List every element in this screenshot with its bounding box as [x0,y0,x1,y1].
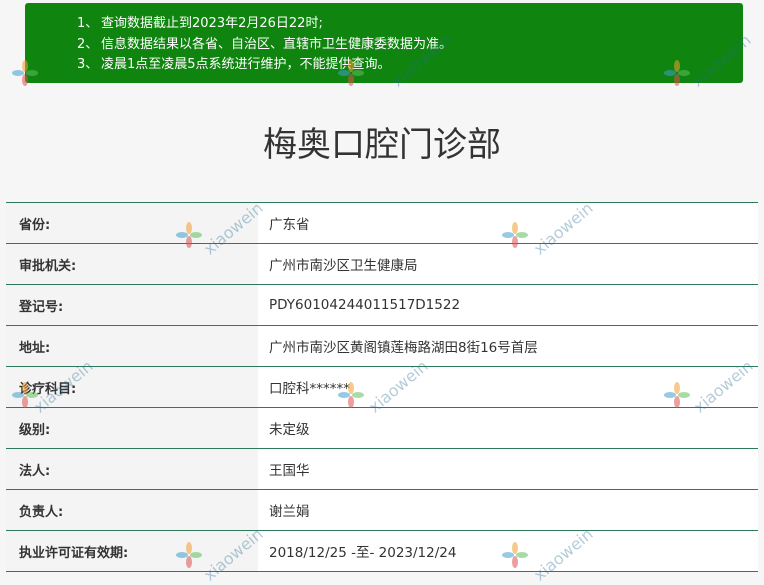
row-value: 广州市南沙区卫生健康局 [258,244,758,284]
row-value: 王国华 [258,449,758,489]
row-value: 广东省 [258,203,758,243]
row-value: 广州市南沙区黄阁镇莲梅路湖田8街16号首层 [258,326,758,366]
table-row: 省份: 广东省 [6,203,758,244]
notice-item-number: 2、 [77,36,99,52]
row-value: PDY60104244011517D1522 [258,285,758,325]
notice-item: 2、 信息数据结果以各省、自治区、直辖市卫生健康委数据为准。 [77,35,743,56]
notice-item-number: 3、 [77,57,99,72]
row-value: 谢兰娟 [258,490,758,530]
row-label: 地址: [6,326,258,366]
notice-item-text: 查询数据截止到2023年2月26日22时; [101,16,323,31]
row-label: 诊疗科目: [6,367,258,407]
row-label: 省份: [6,203,258,243]
notice-item-text: 信息数据结果以各省、自治区、直辖市卫生健康委数据为准。 [101,36,453,52]
table-row: 登记号: PDY60104244011517D1522 [6,285,758,326]
notice-item: 1、 查询数据截止到2023年2月26日22时; [77,14,743,35]
row-value: 口腔科****** [258,367,758,407]
table-row: 执业许可证有效期: 2018/12/25 -至- 2023/12/24 [6,531,758,572]
table-row: 地址: 广州市南沙区黄阁镇莲梅路湖田8街16号首层 [6,326,758,367]
page-title: 梅奥口腔门诊部 [263,125,501,165]
row-label: 级别: [6,408,258,448]
table-row: 级别: 未定级 [6,408,758,449]
table-row: 负责人: 谢兰娟 [6,490,758,531]
row-value: 2018/12/25 -至- 2023/12/24 [258,531,758,571]
row-label: 执业许可证有效期: [6,531,258,571]
notice-item: 3、 凌晨1点至凌晨5点系统进行维护，不能提供查询。 [77,55,743,76]
row-value: 未定级 [258,408,758,448]
info-table: 省份: 广东省 审批机关: 广州市南沙区卫生健康局 登记号: PDY601042… [6,202,758,572]
row-label: 审批机关: [6,244,258,284]
row-label: 登记号: [6,285,258,325]
table-row: 法人: 王国华 [6,449,758,490]
notice-item-text: 凌晨1点至凌晨5点系统进行维护，不能提供查询。 [101,57,391,72]
row-label: 负责人: [6,490,258,530]
table-row: 诊疗科目: 口腔科****** [6,367,758,408]
table-row: 审批机关: 广州市南沙区卫生健康局 [6,244,758,285]
row-label: 法人: [6,449,258,489]
notice-item-number: 1、 [77,16,99,31]
notice-banner: 1、 查询数据截止到2023年2月26日22时; 2、 信息数据结果以各省、自治区、… [25,3,743,83]
